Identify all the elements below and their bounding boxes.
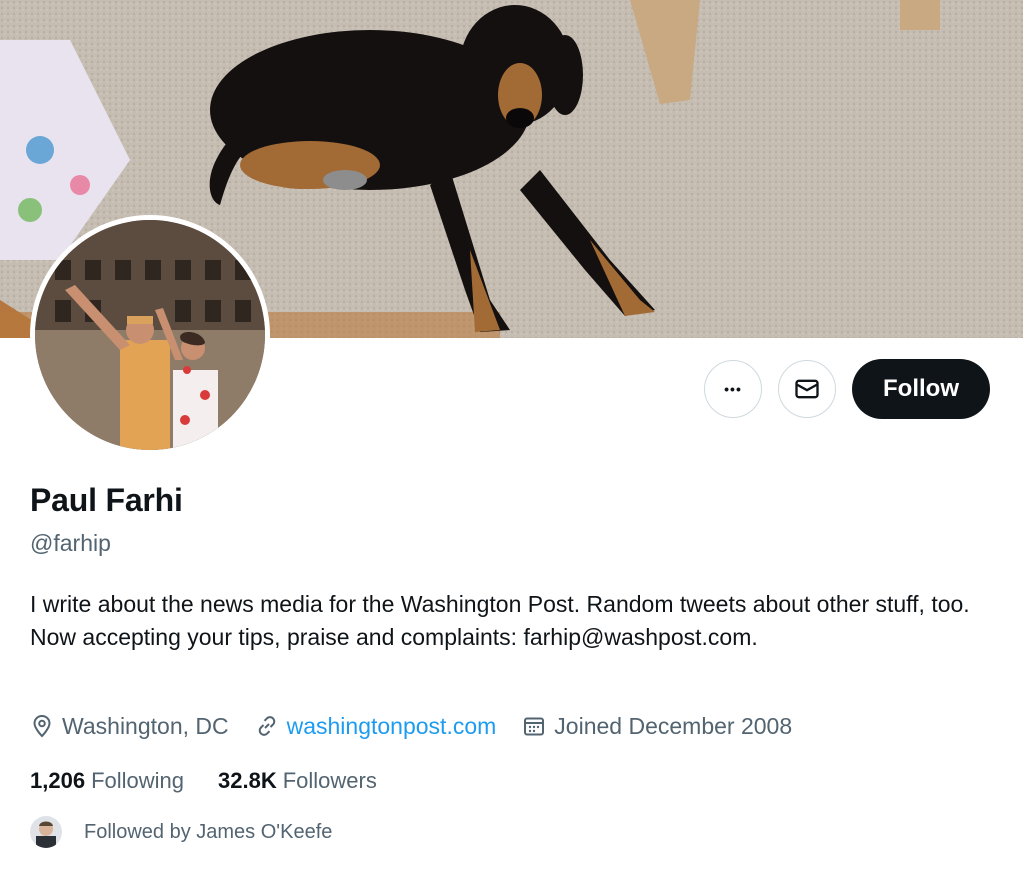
- profile-bio: I write about the news media for the Was…: [30, 591, 970, 650]
- follower-avatar: [30, 816, 62, 848]
- location-item: Washington, DC: [30, 713, 229, 740]
- location-pin-icon: [33, 714, 51, 738]
- link-icon: [258, 716, 275, 736]
- website-item[interactable]: washingtonpost.com: [255, 713, 497, 740]
- message-button[interactable]: [778, 360, 836, 418]
- follow-stats: 1,206 Following 32.8K Followers: [30, 764, 411, 798]
- display-name: Paul Farhi: [30, 482, 183, 518]
- calendar-icon: [524, 717, 545, 736]
- followed-by[interactable]: Followed by James O'Keefe: [30, 814, 332, 850]
- following-link[interactable]: 1,206 Following: [30, 768, 184, 794]
- following-label: Following: [91, 768, 184, 793]
- location-text: Washington, DC: [62, 712, 229, 739]
- envelope-icon: [795, 379, 819, 399]
- more-options-button[interactable]: •••: [704, 360, 762, 418]
- joined-text: Joined December 2008: [554, 712, 793, 739]
- followers-count: 32.8K: [218, 768, 277, 793]
- more-icon: •••: [724, 381, 742, 397]
- followed-by-text: Followed by James O'Keefe: [84, 820, 333, 843]
- follow-button[interactable]: Follow: [852, 359, 990, 419]
- followers-label: Followers: [282, 768, 377, 793]
- followers-link[interactable]: 32.8K Followers: [218, 768, 377, 794]
- profile-avatar[interactable]: [30, 215, 270, 455]
- user-handle: @farhip: [30, 530, 111, 556]
- following-count: 1,206: [30, 768, 86, 793]
- website-link[interactable]: washingtonpost.com: [287, 713, 497, 740]
- profile-meta: Washington, DC washingtonpost.com Joined…: [30, 708, 818, 744]
- joined-item: Joined December 2008: [522, 713, 792, 740]
